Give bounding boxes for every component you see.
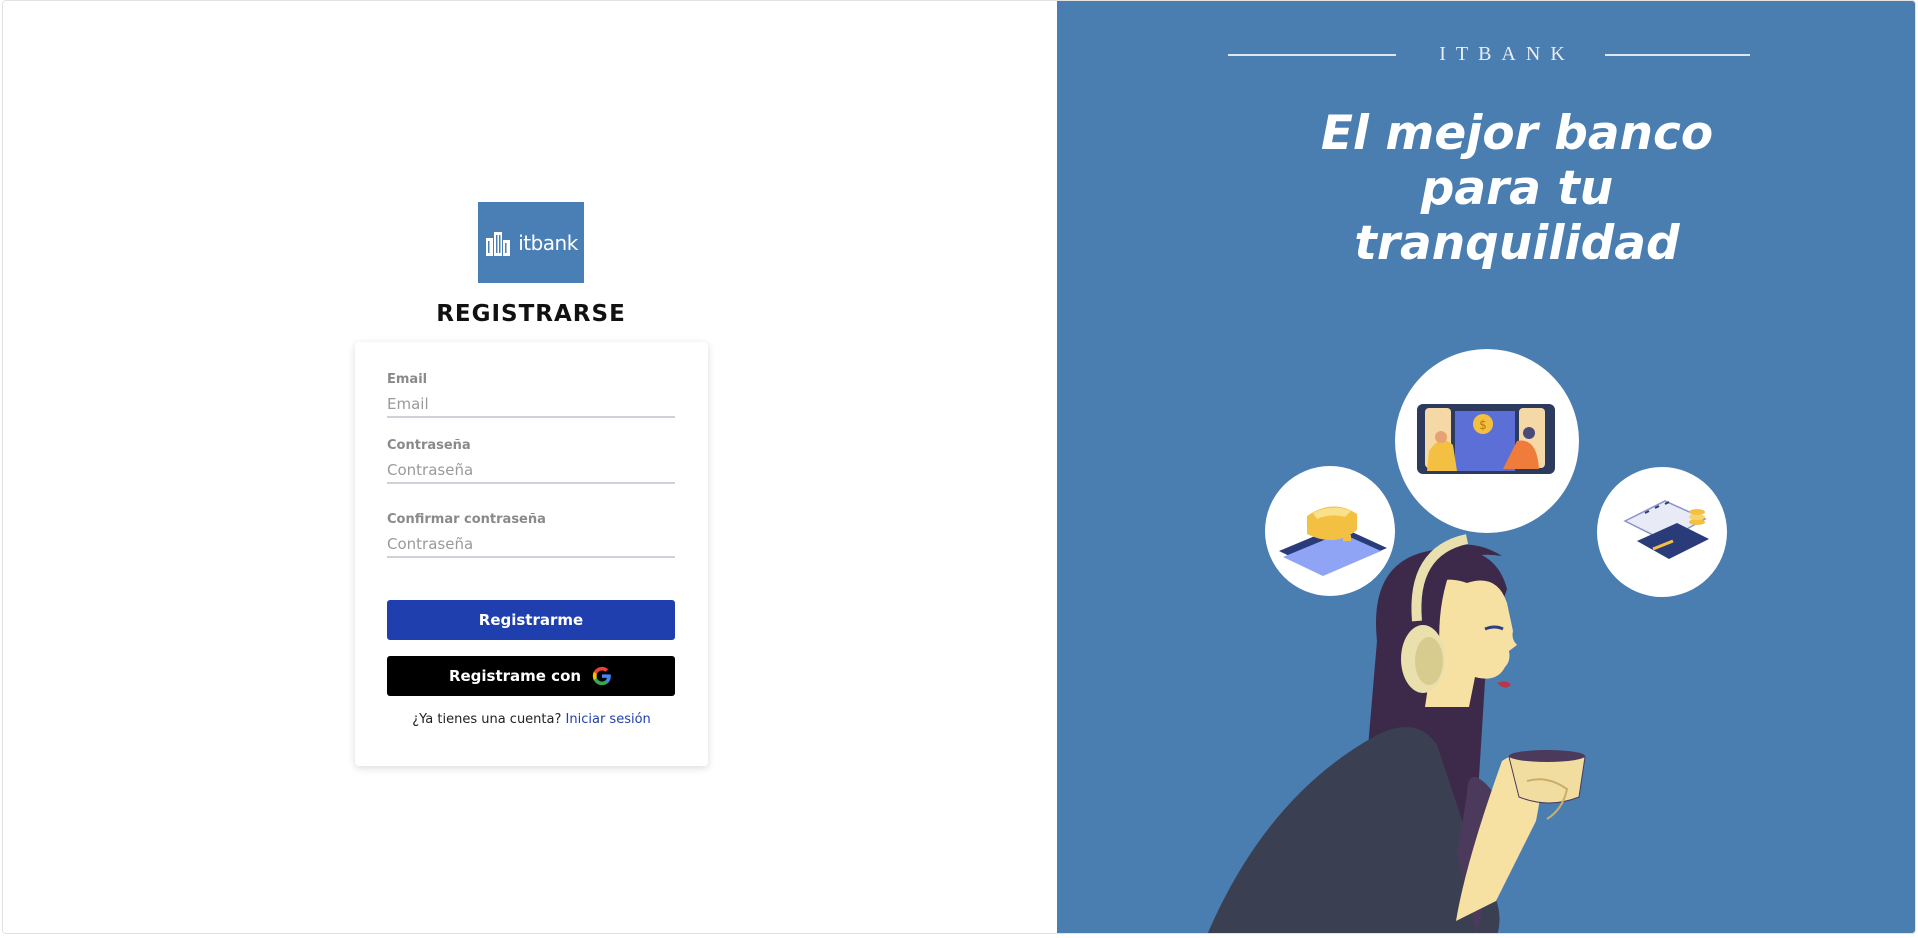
itbank-logo: itbank: [478, 202, 584, 283]
signin-link[interactable]: Iniciar sesión: [566, 712, 651, 727]
building-icon: [486, 231, 511, 256]
register-button[interactable]: Registrarme: [387, 600, 675, 640]
confirm-password-label: Confirmar contraseña: [387, 512, 546, 527]
register-card: Email Contraseña Confirmar contraseña Re…: [355, 342, 708, 766]
email-field[interactable]: [387, 392, 675, 418]
svg-text:$: $: [1479, 418, 1487, 432]
page-title: REGISTRARSE: [436, 301, 626, 327]
google-register-button[interactable]: Registrame con: [387, 656, 675, 696]
email-label: Email: [387, 372, 428, 387]
password-label: Contraseña: [387, 438, 471, 453]
page-frame: itbank REGISTRARSE Email Contraseña Conf…: [2, 0, 1916, 934]
signin-prompt: ¿Ya tienes una cuenta? Iniciar sesión: [355, 712, 708, 727]
registration-section: itbank REGISTRARSE Email Contraseña Conf…: [3, 1, 1057, 933]
logo-text: itbank: [518, 230, 578, 255]
password-field[interactable]: [387, 458, 675, 484]
promo-panel: ITBANK El mejor banco para tu tranquilid…: [1057, 1, 1915, 933]
register-button-label: Registrarme: [478, 611, 584, 629]
transfer-icon: $: [1417, 404, 1555, 474]
signin-prompt-text: ¿Ya tienes una cuenta?: [412, 712, 562, 727]
google-icon: [592, 666, 611, 686]
confirm-password-field[interactable]: [387, 532, 675, 558]
google-button-label: Registrame con: [448, 667, 582, 685]
woman-figure: [1207, 534, 1586, 933]
woman-banking-illustration: $: [1207, 349, 1727, 933]
